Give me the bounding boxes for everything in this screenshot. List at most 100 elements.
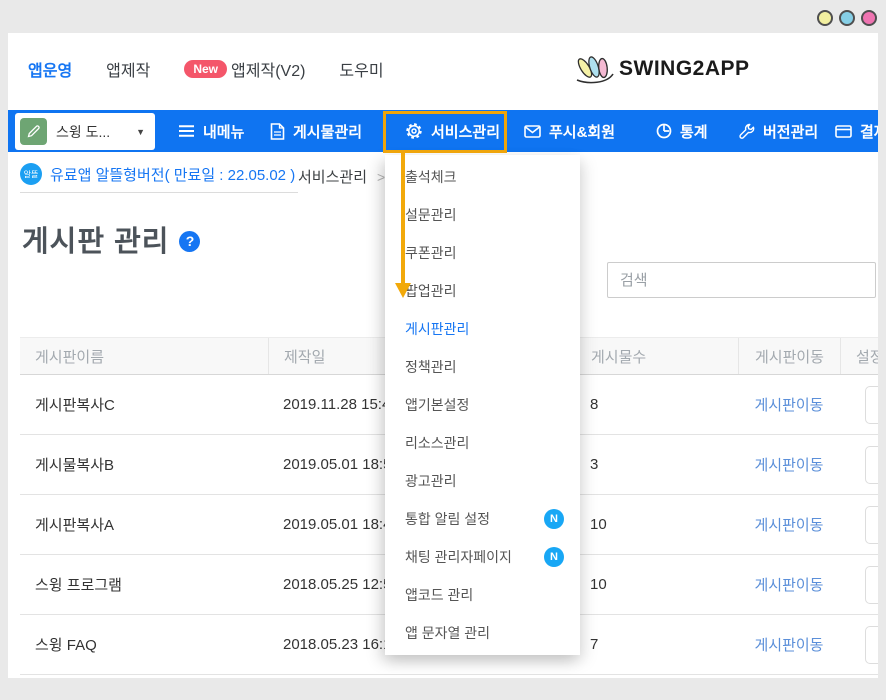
window-dot-yellow[interactable]	[817, 10, 833, 26]
menu-item-app-basic-settings[interactable]: 앱기본설정	[385, 386, 580, 424]
top-nav-app-create[interactable]: 앱제작	[106, 57, 150, 81]
gear-icon	[405, 122, 423, 140]
window-dot-blue[interactable]	[839, 10, 855, 26]
nav-item-payment-management[interactable]: 결제관리	[835, 110, 878, 152]
settings-cell	[840, 386, 878, 424]
nav-item-label: 버전관리	[763, 121, 818, 142]
wrench-icon	[739, 123, 755, 139]
top-nav: 앱운영 앱제작 New 앱제작(V2) 도우미	[28, 57, 384, 81]
edit-board-button[interactable]	[865, 626, 878, 664]
breadcrumb: 서비스관리 >	[298, 166, 385, 187]
col-board-move: 게시판이동	[738, 338, 840, 374]
menu-item-app-code-management[interactable]: 앱코드 관리	[385, 576, 580, 614]
menu-item-label: 채팅 관리자페이지	[405, 547, 512, 567]
swing2app-logo[interactable]: SWING2APP	[575, 53, 750, 85]
window-controls	[817, 10, 877, 26]
menu-item-label: 통합 알림 설정	[405, 509, 490, 529]
nav-item-statistics[interactable]: 통계	[656, 110, 708, 152]
window-dot-pink[interactable]	[861, 10, 877, 26]
help-icon[interactable]: ?	[179, 231, 200, 252]
col-board-name: 게시판이름	[20, 338, 268, 374]
post-count: 10	[575, 576, 738, 593]
top-nav-app-operation[interactable]: 앱운영	[28, 57, 72, 81]
nav-item-label: 푸시&회원	[549, 121, 615, 142]
board-move-cell: 게시판이동	[738, 454, 840, 475]
board-name-link[interactable]: 스윙 프로그램	[20, 574, 268, 595]
breadcrumb-separator: >	[377, 169, 385, 185]
new-badge: New	[184, 60, 227, 78]
pie-chart-icon	[656, 123, 672, 139]
logo-text: SWING2APP	[619, 57, 750, 81]
post-count: 7	[575, 636, 738, 653]
app-selector-label: 스윙 도...	[56, 122, 127, 142]
app-window: 앱운영 앱제작 New 앱제작(V2) 도우미 SWING2APP	[8, 33, 878, 678]
menu-item-survey-management[interactable]: 설문관리	[385, 196, 580, 234]
menu-item-app-string-management[interactable]: 앱 문자열 관리	[385, 614, 580, 652]
service-management-dropdown: 출석체크 설문관리 쿠폰관리 팝업관리 게시판관리 정책관리 앱기본설정 리소스…	[385, 155, 580, 655]
nav-item-service-management[interactable]: 서비스관리	[405, 110, 500, 152]
post-count: 10	[575, 516, 738, 533]
board-move-cell: 게시판이동	[738, 514, 840, 535]
edit-board-button[interactable]	[865, 446, 878, 484]
chevron-down-icon: ▼	[136, 127, 145, 137]
menu-item-policy-management[interactable]: 정책관리	[385, 348, 580, 386]
menu-item-integrated-notification[interactable]: 통합 알림 설정 N	[385, 500, 580, 538]
top-nav-app-create-v2[interactable]: 앱제작(V2)	[231, 57, 305, 81]
top-nav-app-create-v2-group: New 앱제작(V2)	[184, 57, 305, 81]
board-name-link[interactable]: 게시판복사A	[20, 514, 268, 535]
menu-item-popup-management[interactable]: 팝업관리	[385, 272, 580, 310]
breadcrumb-section[interactable]: 서비스관리	[298, 166, 367, 187]
nav-item-push-members[interactable]: 푸시&회원	[524, 110, 615, 152]
nav-item-post-management[interactable]: 게시물관리	[270, 110, 362, 152]
nav-item-label: 내메뉴	[203, 121, 244, 142]
post-count: 8	[575, 396, 738, 413]
edit-board-button[interactable]	[865, 566, 878, 604]
board-move-link[interactable]: 게시판이동	[754, 397, 823, 414]
nav-item-label: 게시물관리	[293, 121, 362, 142]
menu-item-board-management[interactable]: 게시판관리	[385, 310, 580, 348]
board-move-cell: 게시판이동	[738, 634, 840, 655]
settings-cell	[840, 626, 878, 664]
board-move-link[interactable]: 게시판이동	[754, 637, 823, 654]
edit-board-button[interactable]	[865, 386, 878, 424]
post-count: 3	[575, 456, 738, 473]
app-selector-dropdown[interactable]: 스윙 도... ▼	[15, 113, 155, 150]
board-move-link[interactable]: 게시판이동	[754, 577, 823, 594]
menu-item-attendance-check[interactable]: 출석체크	[385, 158, 580, 196]
nav-item-my-menu[interactable]: 내메뉴	[178, 110, 244, 152]
nav-item-label: 통계	[680, 121, 708, 142]
page-title: 게시판 관리	[22, 218, 169, 260]
settings-cell	[840, 566, 878, 604]
mail-icon	[524, 125, 541, 138]
main-nav-bar: 스윙 도... ▼ 내메뉴 게시물관리 서비스관리	[8, 110, 878, 152]
board-move-link[interactable]: 게시판이동	[754, 457, 823, 474]
nav-item-label: 서비스관리	[431, 121, 500, 142]
board-name-link[interactable]: 게시판복사C	[20, 394, 268, 415]
document-icon	[270, 123, 285, 140]
board-name-link[interactable]: 스윙 FAQ	[20, 634, 268, 655]
menu-item-chat-admin-page[interactable]: 채팅 관리자페이지 N	[385, 538, 580, 576]
menu-item-ad-management[interactable]: 광고관리	[385, 462, 580, 500]
pencil-icon	[20, 118, 47, 145]
board-move-link[interactable]: 게시판이동	[754, 517, 823, 534]
feather-logo-icon	[575, 53, 615, 85]
page-title-row: 게시판 관리 ?	[22, 218, 200, 260]
settings-cell	[840, 446, 878, 484]
settings-cell	[840, 506, 878, 544]
plan-badge: 알뜰	[20, 163, 42, 185]
board-move-cell: 게시판이동	[738, 574, 840, 595]
new-feature-badge: N	[544, 547, 564, 567]
new-feature-badge: N	[544, 509, 564, 529]
menu-item-coupon-management[interactable]: 쿠폰관리	[385, 234, 580, 272]
board-name-link[interactable]: 게시물복사B	[20, 454, 268, 475]
col-settings: 설정	[840, 338, 878, 374]
plan-breadcrumb[interactable]: 알뜰 유료앱 알뜰형버전( 만료일 : 22.05.02 )	[20, 163, 298, 193]
search-input[interactable]	[607, 262, 876, 298]
nav-item-version-management[interactable]: 버전관리	[739, 110, 818, 152]
board-move-cell: 게시판이동	[738, 394, 840, 415]
top-nav-help[interactable]: 도우미	[339, 57, 383, 81]
menu-item-resource-management[interactable]: 리소스관리	[385, 424, 580, 462]
card-icon	[835, 125, 852, 138]
edit-board-button[interactable]	[865, 506, 878, 544]
plan-label: 유료앱 알뜰형버전( 만료일 : 22.05.02 )	[50, 164, 295, 185]
